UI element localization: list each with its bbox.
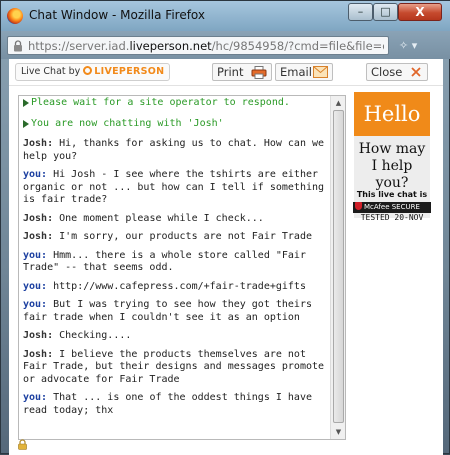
chat-message: you: Hi Josh - I see where the tshirts a… bbox=[23, 169, 325, 207]
system-message: You are now chatting with 'Josh' bbox=[23, 118, 325, 131]
chat-message: Josh: Hi, thanks for asking us to chat. … bbox=[23, 138, 325, 163]
print-label: Print bbox=[217, 65, 244, 79]
message-text: I believe the products themselves are no… bbox=[23, 348, 325, 385]
sender-name: you: bbox=[23, 169, 48, 180]
message-text: One moment please while I check... bbox=[53, 212, 264, 224]
message-text: http://www.cafepress.com/+fair-trade+gif… bbox=[47, 280, 306, 292]
print-button[interactable]: Print bbox=[212, 63, 272, 81]
firefox-icon bbox=[7, 8, 23, 24]
envelope-icon bbox=[313, 66, 328, 78]
chat-message: Josh: One moment please while I check... bbox=[23, 213, 325, 226]
scroll-up-arrow-icon[interactable]: ▲ bbox=[333, 97, 344, 109]
window-close-button[interactable]: X bbox=[398, 3, 442, 21]
chat-message: you: That ... is one of the oddest thing… bbox=[23, 392, 325, 417]
sender-name: Josh: bbox=[23, 231, 54, 242]
email-label: Email bbox=[280, 65, 312, 79]
hello-banner[interactable]: Hello How may I help you? bbox=[354, 92, 430, 218]
message-text: Hmm... there is a whole store called "Fa… bbox=[23, 249, 306, 274]
address-bar: https://server.iad.liveperson.net/hc/985… bbox=[1, 31, 450, 59]
sender-name: you: bbox=[23, 249, 48, 261]
message-text: I'm sorry, our products are not Fair Tra… bbox=[53, 231, 312, 242]
url-path: /hc/9854958/?cmd=file&file=chatFra bbox=[211, 39, 384, 53]
sender-name: Josh: bbox=[23, 212, 54, 224]
chat-scrollbar[interactable]: ▲ ▼ bbox=[330, 96, 345, 439]
url-host: liveperson.net bbox=[129, 39, 212, 53]
banner-help-line: How may bbox=[358, 141, 426, 157]
lock-icon bbox=[14, 40, 22, 52]
browser-window: Chat Window - Mozilla Firefox – □ X http… bbox=[0, 0, 450, 455]
window-title: Chat Window - Mozilla Firefox bbox=[29, 8, 206, 22]
minimize-button[interactable]: – bbox=[348, 3, 373, 21]
chat-message: Josh: Checking.... bbox=[23, 330, 325, 343]
mcafee-secure-badge[interactable]: McAfee SECURE bbox=[353, 202, 431, 213]
tested-date: TESTED 20-NOV bbox=[360, 213, 424, 222]
close-icon bbox=[411, 67, 421, 77]
status-lock-icon bbox=[18, 439, 27, 450]
banner-help-line: I help bbox=[371, 158, 413, 174]
liveperson-badge[interactable]: Live Chat by LIVEPERSON bbox=[15, 63, 171, 81]
sender-name: you: bbox=[23, 280, 48, 292]
mcafee-shield-icon bbox=[355, 202, 362, 210]
chat-message: you: http://www.cafepress.com/+fair-trad… bbox=[23, 281, 325, 294]
message-text: Hi Josh - I see where the tshirts are ei… bbox=[23, 169, 325, 205]
scroll-thumb[interactable] bbox=[333, 110, 344, 423]
chat-message: Josh: I'm sorry, our products are not Fa… bbox=[23, 231, 325, 244]
addon-tools-icon[interactable]: ✧ ▾ bbox=[399, 39, 417, 52]
scroll-down-arrow-icon[interactable]: ▼ bbox=[333, 426, 344, 438]
sender-name: you: bbox=[23, 392, 48, 403]
chat-message: you: But I was trying to see how they go… bbox=[23, 299, 325, 324]
badge-brand: LIVEPERSON bbox=[94, 66, 165, 77]
banner-hello: Hello bbox=[354, 92, 430, 136]
sender-name: Josh: bbox=[23, 330, 54, 341]
url-text: https://server.iad.liveperson.net/hc/985… bbox=[28, 39, 384, 53]
email-button[interactable]: Email bbox=[275, 63, 333, 81]
message-text: But I was trying to see how they got the… bbox=[23, 299, 312, 323]
sender-name: Josh: bbox=[23, 348, 54, 360]
message-text: Hi, thanks for asking us to chat. How ca… bbox=[23, 138, 325, 162]
sender-name: you: bbox=[23, 299, 48, 310]
banner-help-text: How may I help you? bbox=[354, 141, 430, 192]
system-message: Please wait for a site operator to respo… bbox=[23, 97, 325, 110]
chat-transcript-panel[interactable]: Please wait for a site operator to respo… bbox=[18, 95, 346, 440]
message-text: Checking.... bbox=[53, 330, 132, 341]
message-text: That ... is one of the oddest things I h… bbox=[23, 392, 312, 416]
chat-message: you: Hmm... there is a whole store calle… bbox=[23, 250, 325, 275]
sender-name: Josh: bbox=[23, 138, 54, 149]
chat-transcript: Please wait for a site operator to respo… bbox=[23, 97, 325, 423]
printer-icon bbox=[251, 66, 267, 79]
chat-message: Josh: I believe the products themselves … bbox=[23, 349, 325, 387]
liveperson-logo-icon bbox=[83, 66, 93, 75]
url-field[interactable]: https://server.iad.liveperson.net/hc/985… bbox=[7, 36, 389, 55]
mcafee-label: McAfee SECURE bbox=[364, 203, 420, 211]
title-bar: Chat Window - Mozilla Firefox – □ X bbox=[1, 1, 450, 31]
badge-label: Live Chat by bbox=[21, 66, 81, 77]
close-chat-button[interactable]: Close bbox=[366, 63, 428, 81]
close-label: Close bbox=[371, 65, 403, 79]
chat-page: Live Chat by LIVEPERSON Print Email Close bbox=[9, 59, 443, 455]
url-prefix: https://server.iad. bbox=[28, 39, 130, 53]
chat-toolbar: Live Chat by LIVEPERSON Print Email Close bbox=[9, 59, 443, 86]
maximize-button[interactable]: □ bbox=[373, 3, 398, 21]
live-chat-secure-text: This live chat is bbox=[356, 190, 428, 199]
